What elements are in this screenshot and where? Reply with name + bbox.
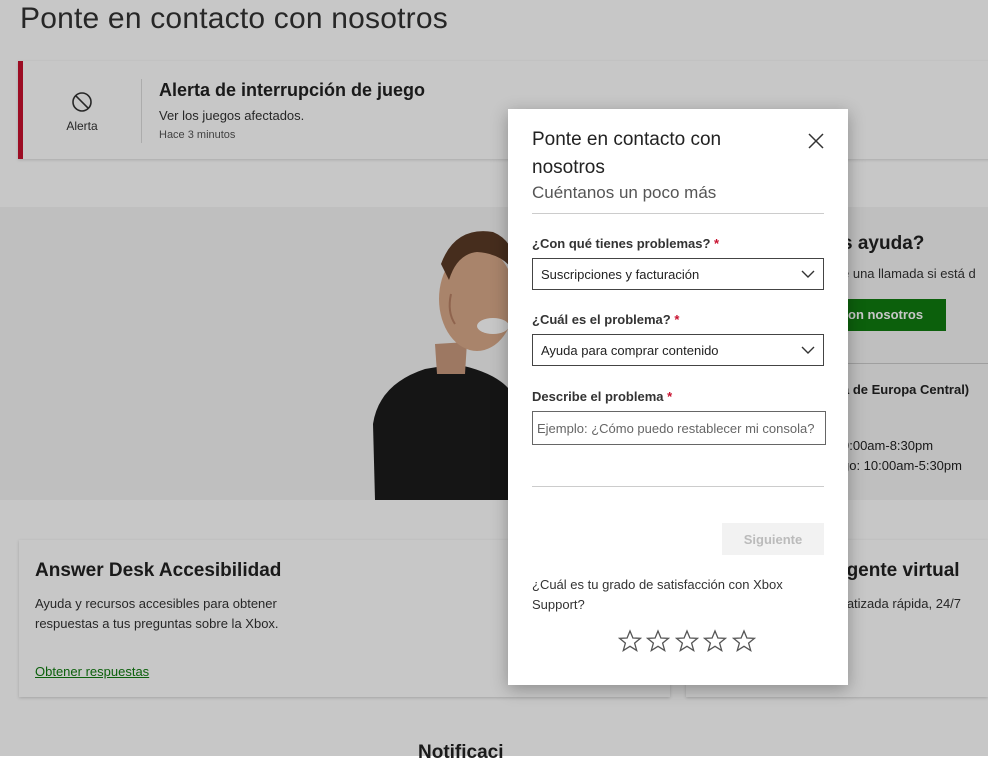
problem-category-value: Suscripciones y facturación bbox=[541, 267, 700, 282]
chevron-down-icon bbox=[801, 270, 815, 278]
problem-category-select[interactable]: Suscripciones y facturación bbox=[532, 258, 824, 290]
satisfaction-question: ¿Cuál es tu grado de satisfacción con Xb… bbox=[532, 577, 783, 612]
dialog-divider-bottom bbox=[532, 486, 824, 487]
rating-stars bbox=[618, 629, 756, 658]
problem-type-label: ¿Cuál es el problema? * bbox=[532, 312, 679, 327]
required-marker: * bbox=[674, 312, 680, 327]
next-button[interactable]: Siguiente bbox=[722, 523, 824, 555]
problem-category-label: ¿Con qué tienes problemas? * bbox=[532, 236, 719, 251]
problem-type-select[interactable]: Ayuda para comprar contenido bbox=[532, 334, 824, 366]
problem-description-label: Describe el problema * bbox=[532, 389, 672, 404]
dialog-divider bbox=[532, 213, 824, 214]
star-icon[interactable] bbox=[703, 629, 728, 653]
problem-type-value: Ayuda para comprar contenido bbox=[541, 343, 719, 358]
problem-description-input[interactable] bbox=[532, 411, 826, 445]
dialog-subtitle: Cuéntanos un poco más bbox=[532, 183, 717, 202]
star-icon[interactable] bbox=[731, 629, 756, 653]
dialog-title: Ponte en contacto con nosotros bbox=[532, 129, 722, 178]
close-icon[interactable] bbox=[806, 131, 826, 151]
chevron-down-icon bbox=[801, 346, 815, 354]
problem-type-label-text: ¿Cuál es el problema? bbox=[532, 312, 671, 327]
required-marker: * bbox=[667, 389, 673, 404]
required-marker: * bbox=[714, 236, 720, 251]
star-icon[interactable] bbox=[646, 629, 671, 653]
problem-description-label-text: Describe el problema bbox=[532, 389, 664, 404]
problem-category-label-text: ¿Con qué tienes problemas? bbox=[532, 236, 711, 251]
contact-dialog: Ponte en contacto con nosotros Cuéntanos… bbox=[508, 109, 848, 685]
star-icon[interactable] bbox=[618, 629, 642, 653]
star-icon[interactable] bbox=[674, 629, 699, 653]
